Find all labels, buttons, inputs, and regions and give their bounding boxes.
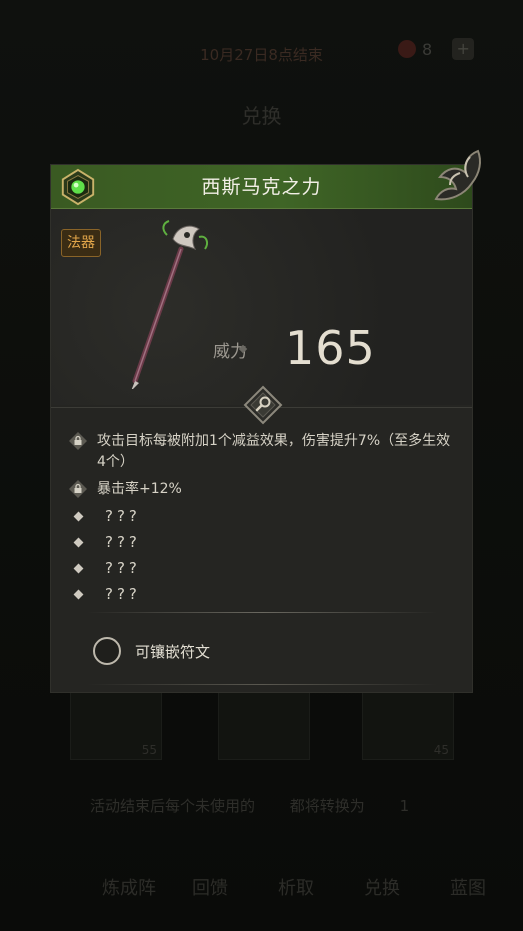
- attribute-text: 攻击目标每被附加1个减益效果，伤害提升7%（至多生效4个）: [97, 433, 451, 470]
- ornament-icon: [434, 149, 481, 201]
- nav-item[interactable]: 回馈: [192, 874, 228, 900]
- magnifier-icon[interactable]: [243, 385, 283, 425]
- diamond-icon: [73, 511, 84, 522]
- attribute-unknown: ???: [105, 559, 141, 577]
- resource-counter: 8 +: [398, 38, 475, 60]
- lock-icon: [69, 480, 87, 498]
- nav-item[interactable]: 炼成阵: [102, 874, 156, 900]
- power-value: 165: [285, 321, 376, 375]
- exchange-card[interactable]: 55: [70, 692, 162, 760]
- nav-item[interactable]: 兑换: [364, 874, 400, 900]
- item-type-badge: 法器: [61, 229, 101, 257]
- nav-item[interactable]: 析取: [278, 874, 314, 900]
- card-count: 55: [141, 743, 157, 757]
- diamond-icon: [73, 563, 84, 574]
- card-count: 45: [433, 743, 449, 757]
- rune-option[interactable]: 可镶嵌符文: [93, 637, 210, 665]
- nav-item[interactable]: 蓝图: [450, 874, 486, 900]
- attribute-unknown: ???: [105, 507, 141, 525]
- item-name: 西斯马克之力: [201, 176, 322, 198]
- exchange-card[interactable]: 45: [362, 692, 454, 760]
- section-divider: [87, 684, 437, 685]
- attribute-unknown: ???: [105, 585, 141, 603]
- attribute-row: ???: [69, 584, 459, 604]
- add-resource-button[interactable]: +: [452, 38, 475, 60]
- exchange-title: 兑换: [241, 104, 282, 128]
- section-divider: [87, 612, 437, 613]
- attribute-list: 攻击目标每被附加1个减益效果，伤害提升7%（至多生效4个） 暴击率+12% ??…: [69, 431, 459, 610]
- conversion-note-tail: 都将转换为: [289, 797, 365, 815]
- attribute-row: ???: [69, 532, 459, 552]
- rune-label: 可镶嵌符文: [135, 642, 211, 661]
- diamond-icon: [73, 537, 84, 548]
- attribute-row: ???: [69, 558, 459, 578]
- rune-checkbox[interactable]: [93, 637, 121, 665]
- lock-icon: [69, 432, 87, 450]
- conversion-note: 活动结束后每个未使用的 都将转换为 1: [90, 795, 409, 816]
- conversion-count: 1: [399, 797, 410, 815]
- gem-icon: [398, 40, 416, 58]
- conversion-note-text: 活动结束后每个未使用的: [90, 797, 256, 815]
- attribute-row: 攻击目标每被附加1个减益效果，伤害提升7%（至多生效4个）: [69, 431, 459, 473]
- exchange-card[interactable]: [218, 692, 310, 760]
- staff-icon: [131, 220, 208, 389]
- attribute-row: 暴击率+12%: [69, 479, 459, 500]
- bottom-nav: 炼成阵 回馈 析取 兑换 蓝图: [0, 862, 523, 912]
- attribute-unknown: ???: [105, 533, 141, 551]
- diamond-icon: [73, 589, 84, 600]
- item-display-area: 法器 威力 165: [51, 209, 472, 405]
- attribute-row: ???: [69, 506, 459, 526]
- attribute-text: 暴击率+12%: [97, 481, 182, 497]
- resource-count: 8: [422, 39, 433, 59]
- modal-header: 西斯马克之力: [51, 165, 472, 209]
- item-detail-modal: 西斯马克之力 法器 威力 165 攻击目标每被附加1个减益效果，伤害提升7%（至…: [51, 149, 481, 692]
